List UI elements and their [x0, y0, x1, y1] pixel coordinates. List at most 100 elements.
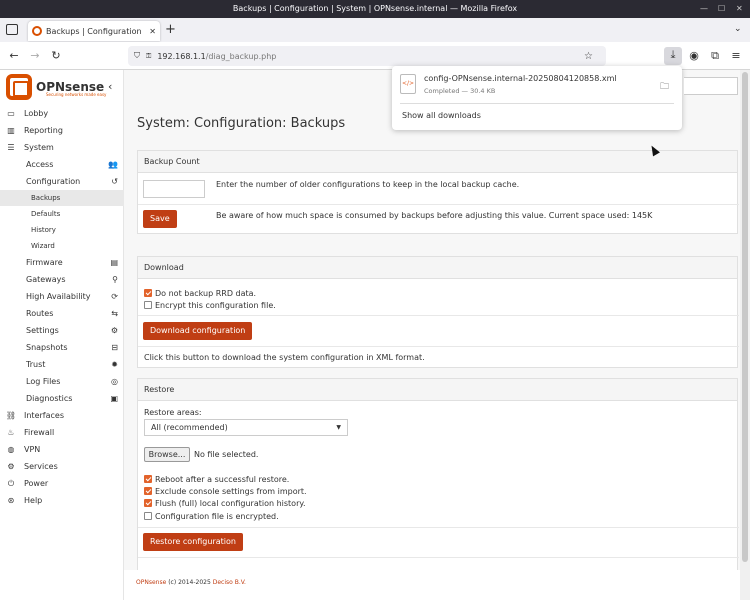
- new-tab-button[interactable]: +: [165, 22, 176, 37]
- no-rrd-checkbox[interactable]: Do not backup RRD data.: [144, 287, 256, 299]
- url-bar[interactable]: ⛉ ⚿ 192.168.1.1/diag_backup.php ☆: [128, 46, 606, 66]
- site-info-icon[interactable]: ⛉: [134, 51, 140, 61]
- sidebar-item-vpn[interactable]: ◍ VPN: [0, 441, 124, 458]
- reload-icon[interactable]: ↻: [48, 48, 64, 64]
- sidebar-item-gateways[interactable]: Gateways ⚲: [0, 271, 124, 288]
- url-text: 192.168.1.1/diag_backup.php: [157, 52, 276, 61]
- active-tab[interactable]: Backups | Configuration | Sys ✕: [28, 21, 160, 41]
- close-window-icon[interactable]: ✕: [736, 0, 743, 18]
- flush-history-checkbox[interactable]: Flush (full) local configuration history…: [144, 497, 306, 509]
- xml-file-icon: </>: [400, 74, 416, 94]
- encrypt-checkbox[interactable]: Encrypt this configuration file.: [144, 299, 276, 311]
- open-folder-icon[interactable]: 🗀: [660, 79, 669, 95]
- window-titlebar: Backups | Configuration | System | OPNse…: [0, 0, 750, 18]
- exclude-console-checkbox[interactable]: Exclude console settings from import.: [144, 485, 307, 497]
- sidebar-item-system[interactable]: ☰ System: [0, 139, 124, 156]
- encrypted-checkbox[interactable]: Configuration file is encrypted.: [144, 510, 279, 522]
- connection-icon[interactable]: ⚿: [146, 52, 151, 61]
- sidebar-item-trust[interactable]: Trust ✹: [0, 356, 124, 373]
- browse-button[interactable]: Browse...: [144, 447, 190, 462]
- cogs-icon: ⚙: [110, 326, 118, 335]
- checkbox-label: Do not backup RRD data.: [155, 288, 257, 298]
- life-ring-icon: ⊛: [7, 496, 15, 505]
- sidebar-item-lobby[interactable]: ▭ Lobby: [0, 105, 124, 122]
- sidebar-item-label: Services: [24, 462, 58, 471]
- show-all-downloads-link[interactable]: Show all downloads: [402, 111, 481, 120]
- server-icon: ☰: [7, 143, 15, 152]
- sidebar-item-services[interactable]: ⚙ Services: [0, 458, 124, 475]
- maximize-icon[interactable]: ☐: [718, 0, 725, 18]
- collapse-sidebar-icon[interactable]: ‹: [108, 80, 112, 93]
- opnsense-logo-icon: [6, 74, 32, 100]
- search-input[interactable]: [684, 77, 738, 95]
- account-icon[interactable]: ◉: [686, 48, 702, 64]
- sidebar-item-routes[interactable]: Routes ⇆: [0, 305, 124, 322]
- downloads-icon[interactable]: ⤓: [664, 47, 682, 65]
- back-icon[interactable]: ←: [6, 48, 22, 64]
- save-button[interactable]: Save: [143, 210, 177, 228]
- backup-count-input[interactable]: [143, 180, 205, 198]
- footer-vendor-link[interactable]: Deciso B.V.: [213, 579, 246, 586]
- backup-count-description: Enter the number of older configurations…: [216, 180, 520, 189]
- backup-count-header: Backup Count: [138, 151, 737, 173]
- checkbox-checked: [144, 487, 152, 495]
- sidebar-item-interfaces[interactable]: ⛓ Interfaces: [0, 407, 124, 424]
- sidebar-item-label: Snapshots: [26, 343, 68, 352]
- download-filename[interactable]: config-OPNsense.internal-20250804120858.…: [424, 74, 617, 83]
- scrollbar-thumb[interactable]: [742, 72, 748, 562]
- minimize-icon[interactable]: —: [700, 0, 708, 18]
- sitemap-icon: ⛓: [5, 411, 17, 420]
- list-icon: ▤: [110, 258, 118, 267]
- sidebar-item-label: Configuration: [26, 177, 81, 186]
- refresh-icon: ⟳: [111, 292, 118, 301]
- footer-brand-link[interactable]: OPNsense: [136, 579, 166, 586]
- file-status: No file selected.: [194, 450, 259, 459]
- restore-areas-select[interactable]: All (recommended) ▼: [144, 419, 348, 436]
- main-content: System: Configuration: Backups Backup Co…: [124, 70, 740, 600]
- tab-overview-icon[interactable]: [6, 24, 18, 35]
- sidebar-item-log-files[interactable]: Log Files ◎: [0, 373, 124, 390]
- sidebar-item-reporting[interactable]: ▥ Reporting: [0, 122, 124, 139]
- fire-icon: ♨: [7, 428, 15, 437]
- sidebar-item-help[interactable]: ⊛ Help: [0, 492, 124, 509]
- sidebar-item-settings[interactable]: Settings ⚙: [0, 322, 124, 339]
- logo-tagline: Securing networks made easy: [46, 92, 107, 97]
- sidebar-item-wizard[interactable]: Wizard: [0, 238, 124, 254]
- opnsense-logo[interactable]: OPNsense Securing networks made easy: [6, 72, 116, 102]
- sidebar-item-label: Log Files: [26, 377, 61, 386]
- restore-areas-label: Restore areas:: [144, 408, 202, 417]
- sidebar-item-power[interactable]: ⏻ Power: [0, 475, 124, 492]
- forward-icon[interactable]: →: [27, 48, 43, 64]
- sidebar-item-configuration[interactable]: Configuration ↺: [0, 173, 124, 190]
- checkbox-label: Exclude console settings from import.: [155, 486, 307, 496]
- sidebar-item-diagnostics[interactable]: Diagnostics ▣: [0, 390, 124, 407]
- page-scrollbar[interactable]: [740, 70, 750, 600]
- sidebar-item-defaults[interactable]: Defaults: [0, 206, 124, 222]
- checkbox-label: Reboot after a successful restore.: [155, 474, 290, 484]
- close-tab-icon[interactable]: ✕: [149, 27, 156, 36]
- hdd-icon: ⊟: [111, 343, 118, 352]
- download-configuration-button[interactable]: Download configuration: [143, 322, 253, 340]
- sidebar-item-high-availability[interactable]: High Availability ⟳: [0, 288, 124, 305]
- list-tabs-icon[interactable]: ⌄: [734, 24, 742, 34]
- tab-bar: Backups | Configuration | Sys ✕ + ⌄: [0, 18, 750, 42]
- sidebar-item-label: Access: [26, 160, 54, 169]
- plug-icon: ⏻: [7, 478, 15, 488]
- checkbox-checked: [144, 475, 152, 483]
- sidebar-item-firewall[interactable]: ♨ Firewall: [0, 424, 124, 441]
- sidebar-item-access[interactable]: Access 👥: [0, 156, 124, 173]
- sidebar-item-backups[interactable]: Backups: [0, 190, 124, 206]
- downloads-panel: </> config-OPNsense.internal-20250804120…: [392, 66, 682, 130]
- sidebar-item-history[interactable]: History: [0, 222, 124, 238]
- bookmark-star-icon[interactable]: ☆: [584, 51, 593, 62]
- users-icon: 👥: [108, 160, 118, 169]
- sidebar-item-firmware[interactable]: Firmware ▤: [0, 254, 124, 271]
- sidebar-item-snapshots[interactable]: Snapshots ⊟: [0, 339, 124, 356]
- download-help-text: Click this button to download the system…: [144, 353, 425, 362]
- download-panel: Download Do not backup RRD data. Encrypt…: [137, 256, 739, 368]
- restore-configuration-button[interactable]: Restore configuration: [143, 533, 243, 551]
- extensions-icon[interactable]: ⧉: [707, 48, 723, 64]
- sidebar-item-label: Help: [24, 496, 43, 505]
- reboot-checkbox[interactable]: Reboot after a successful restore.: [144, 473, 289, 485]
- menu-icon[interactable]: ≡: [728, 48, 744, 64]
